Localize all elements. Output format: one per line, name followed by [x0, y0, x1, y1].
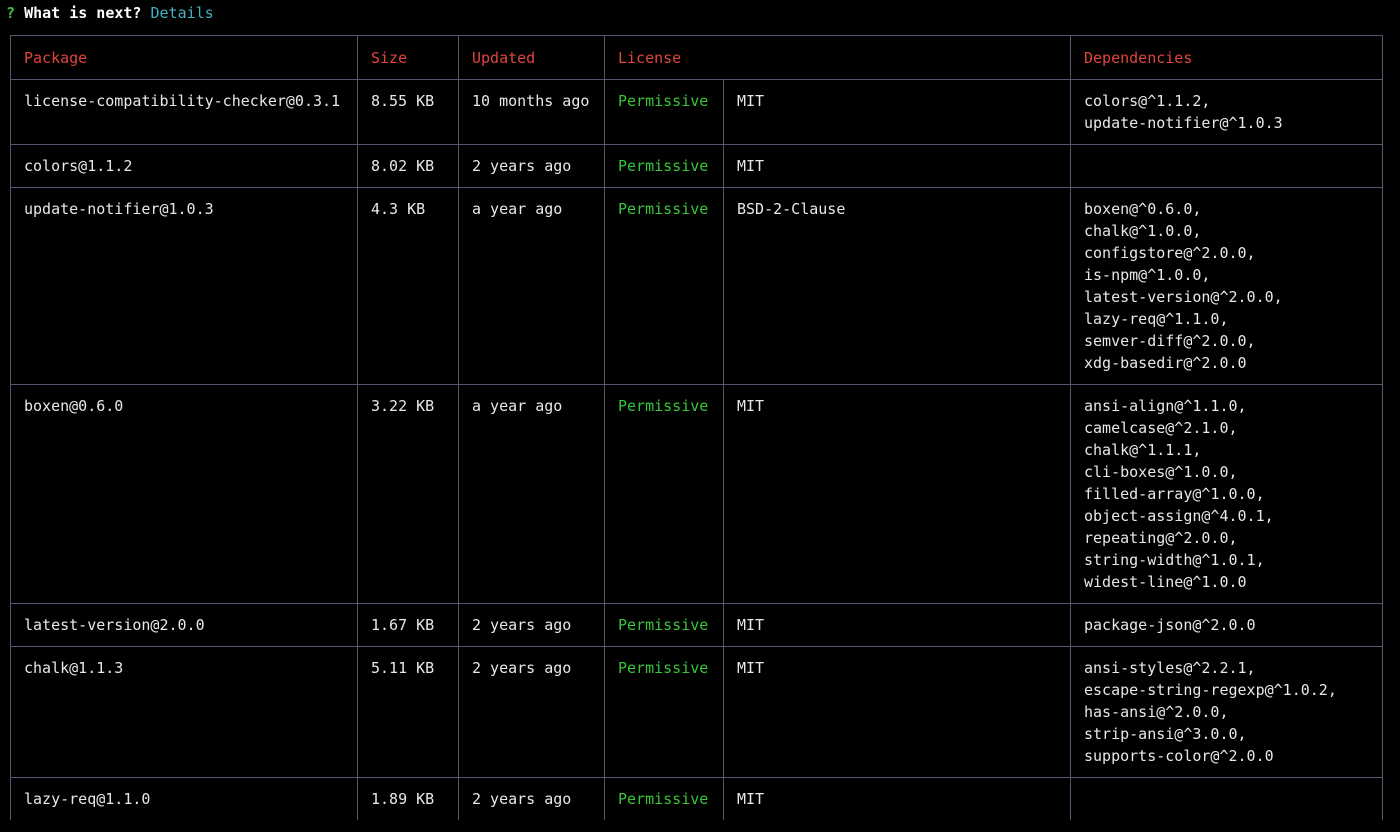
- license-name-cell: MIT: [723, 144, 1071, 188]
- table-row: boxen@0.6.0 3.22 KB a year ago Permissive MI…: [10, 384, 1383, 604]
- updated-cell: 2 years ago: [458, 144, 605, 188]
- size-cell: 1.67 KB: [357, 603, 459, 647]
- package-cell: license-compatibility-checker@0.3.1: [10, 79, 358, 145]
- dependencies-cell: ansi-styles@^2.2.1, escape-string-regexp@…: [1070, 646, 1383, 778]
- size-cell: 8.55 KB: [357, 79, 459, 145]
- dependency-item: supports-color@^2.0.0: [1084, 747, 1274, 765]
- dependencies-cell: package-json@^2.0.0: [1070, 603, 1383, 647]
- license-name-cell: MIT: [723, 603, 1071, 647]
- table-header-row: Package Size Updated License Dependencie…: [10, 35, 1383, 80]
- table-row: chalk@1.1.3 5.11 KB 2 years ago Permissive M…: [10, 646, 1383, 778]
- license-type-cell: Permissive: [604, 777, 724, 820]
- dependency-item: cli-boxes@^1.0.0,: [1084, 463, 1238, 481]
- header-package: Package: [10, 35, 358, 80]
- license-type-cell: Permissive: [604, 384, 724, 604]
- dependency-item: boxen@^0.6.0,: [1084, 200, 1202, 218]
- dependency-item: filled-array@^1.0.0,: [1084, 485, 1265, 503]
- license-name-cell: MIT: [723, 384, 1071, 604]
- prompt-line: ? What is next? Details: [6, 3, 214, 23]
- dependency-item: object-assign@^4.0.1,: [1084, 507, 1274, 525]
- table-row: colors@1.1.2 8.02 KB 2 years ago Permissive…: [10, 144, 1383, 188]
- header-license: License: [604, 35, 1071, 80]
- dependency-item: chalk@^1.0.0,: [1084, 222, 1202, 240]
- header-dependencies: Dependencies: [1070, 35, 1383, 80]
- table-body: license-compatibility-checker@0.3.1 8.55 …: [10, 79, 1383, 820]
- dependency-item: lazy-req@^1.1.0,: [1084, 310, 1229, 328]
- size-cell: 8.02 KB: [357, 144, 459, 188]
- package-cell: latest-version@2.0.0: [10, 603, 358, 647]
- table-row: update-notifier@1.0.3 4.3 KB a year ago Per…: [10, 187, 1383, 385]
- dependencies-cell: [1070, 144, 1383, 188]
- updated-cell: 10 months ago: [458, 79, 605, 145]
- updated-cell: a year ago: [458, 187, 605, 385]
- dependency-item: string-width@^1.0.1,: [1084, 551, 1265, 569]
- size-cell: 4.3 KB: [357, 187, 459, 385]
- size-cell: 3.22 KB: [357, 384, 459, 604]
- dependency-item: semver-diff@^2.0.0,: [1084, 332, 1256, 350]
- dependencies-cell: boxen@^0.6.0, chalk@^1.0.0, configstore@^2…: [1070, 187, 1383, 385]
- size-cell: 1.89 KB: [357, 777, 459, 820]
- license-name-cell: BSD-2-Clause: [723, 187, 1071, 385]
- dependency-item: is-npm@^1.0.0,: [1084, 266, 1211, 284]
- package-cell: lazy-req@1.1.0: [10, 777, 358, 820]
- size-cell: 5.11 KB: [357, 646, 459, 778]
- dependencies-cell: colors@^1.1.2, update-notifier@^1.0.3: [1070, 79, 1383, 145]
- dependency-item: ansi-align@^1.1.0,: [1084, 397, 1247, 415]
- dependencies-cell: [1070, 777, 1383, 820]
- dependency-item: escape-string-regexp@^1.0.2,: [1084, 681, 1337, 699]
- dependency-item: strip-ansi@^3.0.0,: [1084, 725, 1247, 743]
- dependency-item: camelcase@^2.1.0,: [1084, 419, 1238, 437]
- dependency-item: xdg-basedir@^2.0.0: [1084, 354, 1247, 372]
- dependency-item: configstore@^2.0.0,: [1084, 244, 1256, 262]
- dependency-item: colors@^1.1.2,: [1084, 92, 1211, 110]
- prompt-answer: Details: [150, 4, 214, 22]
- license-type-cell: Permissive: [604, 79, 724, 145]
- dependency-item: has-ansi@^2.0.0,: [1084, 703, 1229, 721]
- prompt-symbol: ?: [6, 4, 16, 22]
- dependencies-cell: ansi-align@^1.1.0, camelcase@^2.1.0, chalk…: [1070, 384, 1383, 604]
- prompt-question: What is next?: [24, 4, 142, 22]
- license-type-cell: Permissive: [604, 187, 724, 385]
- license-name-cell: MIT: [723, 646, 1071, 778]
- license-type-cell: Permissive: [604, 603, 724, 647]
- package-cell: chalk@1.1.3: [10, 646, 358, 778]
- updated-cell: 2 years ago: [458, 777, 605, 820]
- dependency-item: chalk@^1.1.1,: [1084, 441, 1202, 459]
- table-row: license-compatibility-checker@0.3.1 8.55 …: [10, 79, 1383, 145]
- dependency-item: package-json@^2.0.0: [1084, 616, 1256, 634]
- license-table: Package Size Updated License Dependencie…: [10, 35, 1383, 820]
- package-cell: update-notifier@1.0.3: [10, 187, 358, 385]
- package-cell: boxen@0.6.0: [10, 384, 358, 604]
- dependency-item: latest-version@^2.0.0,: [1084, 288, 1283, 306]
- updated-cell: a year ago: [458, 384, 605, 604]
- table-row: latest-version@2.0.0 1.67 KB 2 years ago Pe…: [10, 603, 1383, 647]
- license-name-cell: MIT: [723, 777, 1071, 820]
- updated-cell: 2 years ago: [458, 646, 605, 778]
- dependency-item: update-notifier@^1.0.3: [1084, 114, 1283, 132]
- dependency-item: ansi-styles@^2.2.1,: [1084, 659, 1256, 677]
- table-row: lazy-req@1.1.0 1.89 KB 2 years ago Permissi…: [10, 777, 1383, 820]
- dependency-item: widest-line@^1.0.0: [1084, 573, 1247, 591]
- license-type-cell: Permissive: [604, 646, 724, 778]
- header-size: Size: [357, 35, 459, 80]
- header-updated: Updated: [458, 35, 605, 80]
- license-name-cell: MIT: [723, 79, 1071, 145]
- license-type-cell: Permissive: [604, 144, 724, 188]
- updated-cell: 2 years ago: [458, 603, 605, 647]
- package-cell: colors@1.1.2: [10, 144, 358, 188]
- dependency-item: repeating@^2.0.0,: [1084, 529, 1238, 547]
